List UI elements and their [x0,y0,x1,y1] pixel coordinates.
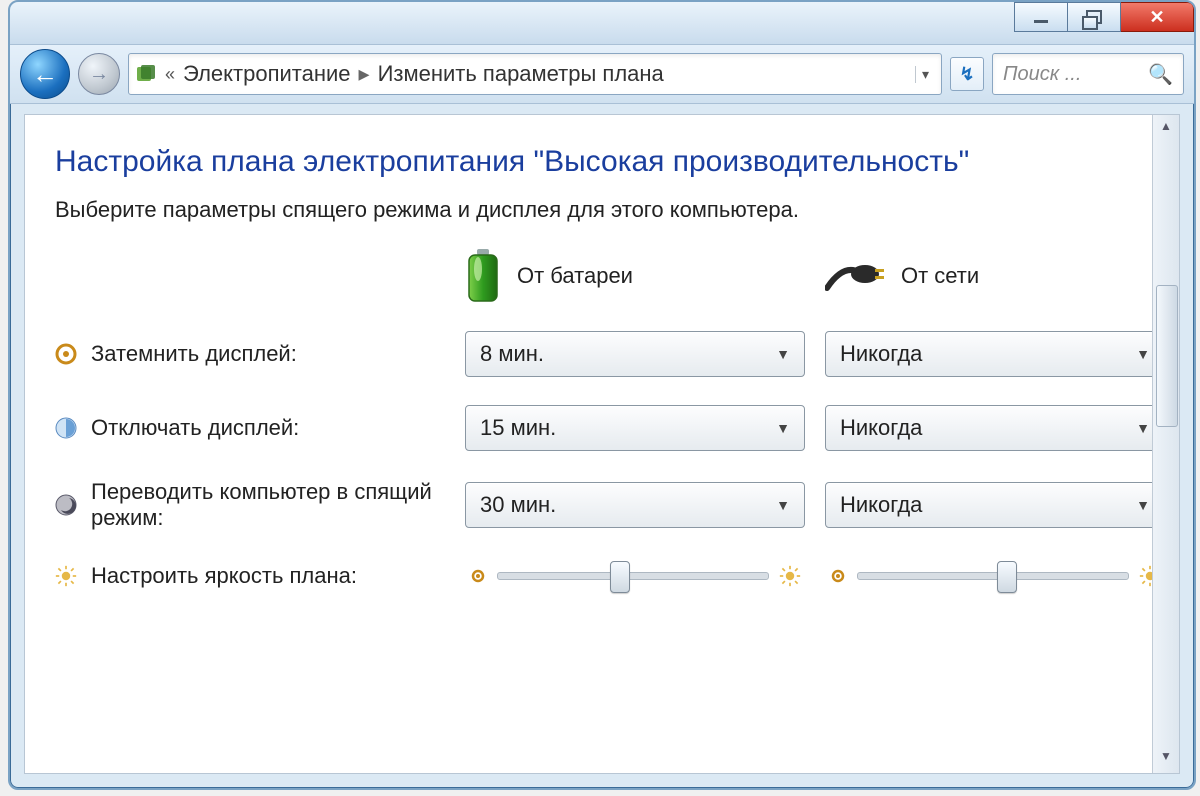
slider-track [497,572,769,580]
plug-icon [825,258,885,294]
scroll-thumb[interactable] [1156,285,1178,427]
search-input[interactable]: Поиск ... 🔍 [992,53,1184,95]
slider-thumb[interactable] [997,561,1017,593]
chevron-down-icon: ▼ [1136,497,1150,513]
page-title: Настройка плана электропитания "Высокая … [55,145,1122,179]
row-turn-off-display-label: Отключать дисплей: [91,415,299,441]
breadcrumb-current[interactable]: Изменить параметры плана [378,61,664,87]
address-bar[interactable]: « Электропитание ▸ Изменить параметры пл… [128,53,942,95]
sleep-battery-select[interactable]: 30 мин. ▼ [465,482,805,528]
sleep-icon [55,494,77,516]
chevron-down-icon: ▼ [776,497,790,513]
chevron-down-icon: ▼ [776,346,790,362]
dim-display-icon [55,343,77,365]
nav-forward-button[interactable]: → [78,53,120,95]
row-dim-display: Затемнить дисплей: [55,341,445,367]
maximize-button[interactable] [1068,2,1121,32]
titlebar: ✕ [10,2,1194,45]
search-placeholder: Поиск ... [1003,63,1081,86]
brightness-battery-slider[interactable] [465,560,805,592]
dim-display-plugged-select[interactable]: Никогда ▼ [825,331,1152,377]
row-brightness: Настроить яркость плана: [55,563,445,589]
breadcrumb-separator-icon: ▸ [359,61,370,87]
scroll-down-icon[interactable]: ▼ [1156,749,1176,769]
turn-off-display-plugged-select[interactable]: Никогда ▼ [825,405,1152,451]
sleep-plugged-select[interactable]: Никогда ▼ [825,482,1152,528]
turn-off-display-plugged-value: Никогда [840,415,922,441]
chevron-down-icon: ▼ [776,420,790,436]
dim-display-plugged-value: Никогда [840,341,922,367]
row-sleep: Переводить компьютер в спящий режим: [55,479,445,532]
nav-back-button[interactable]: ← [20,49,70,99]
minimize-icon [1034,20,1048,23]
arrow-right-icon: → [89,63,109,86]
brightness-min-icon [469,567,487,585]
breadcrumb-overflow-icon: « [165,64,175,85]
sleep-plugged-value: Никогда [840,492,922,518]
battery-icon [465,249,501,303]
minimize-button[interactable] [1014,2,1068,32]
brightness-icon [55,565,77,587]
navigation-bar: ← → « Электропитание ▸ Изменить параметр… [10,45,1194,104]
row-sleep-label: Переводить компьютер в спящий режим: [91,479,445,532]
address-dropdown-icon[interactable]: ▾ [915,66,935,83]
close-button[interactable]: ✕ [1121,2,1194,32]
vertical-scrollbar[interactable]: ▲ ▼ [1152,115,1179,773]
sleep-battery-value: 30 мин. [480,492,556,518]
slider-track [857,572,1129,580]
content-pane: Настройка плана электропитания "Высокая … [24,114,1180,774]
brightness-plugged-slider[interactable] [825,560,1152,592]
scroll-up-icon[interactable]: ▲ [1156,119,1176,139]
turn-off-display-battery-select[interactable]: 15 мин. ▼ [465,405,805,451]
row-turn-off-display: Отключать дисплей: [55,415,445,441]
slider-thumb[interactable] [610,561,630,593]
chevron-down-icon: ▼ [1136,420,1150,436]
refresh-button[interactable]: ↯ [950,57,984,91]
turn-off-display-icon [55,417,77,439]
column-header-plugged: От сети [825,258,1152,294]
chevron-down-icon: ▼ [1136,346,1150,362]
close-icon: ✕ [1149,7,1164,28]
refresh-icon: ↯ [959,64,974,85]
column-header-battery-label: От батареи [517,263,633,289]
column-header-battery: От батареи [465,249,805,303]
breadcrumb-parent[interactable]: Электропитание [183,61,351,87]
page-subtitle: Выберите параметры спящего режима и дисп… [55,197,1122,223]
turn-off-display-battery-value: 15 мин. [480,415,556,441]
row-dim-display-label: Затемнить дисплей: [91,341,297,367]
dim-display-battery-value: 8 мин. [480,341,544,367]
brightness-min-icon [829,567,847,585]
column-header-plugged-label: От сети [901,263,979,289]
search-icon: 🔍 [1148,62,1173,87]
row-brightness-label: Настроить яркость плана: [91,563,357,589]
dim-display-battery-select[interactable]: 8 мин. ▼ [465,331,805,377]
maximize-icon [1086,10,1102,24]
arrow-left-icon: ← [32,59,58,90]
window-frame: ✕ ← → « Электропитание ▸ Изменить параме… [8,0,1196,790]
brightness-max-icon [779,565,801,587]
brightness-max-icon [1139,565,1152,587]
control-panel-icon [135,63,157,85]
